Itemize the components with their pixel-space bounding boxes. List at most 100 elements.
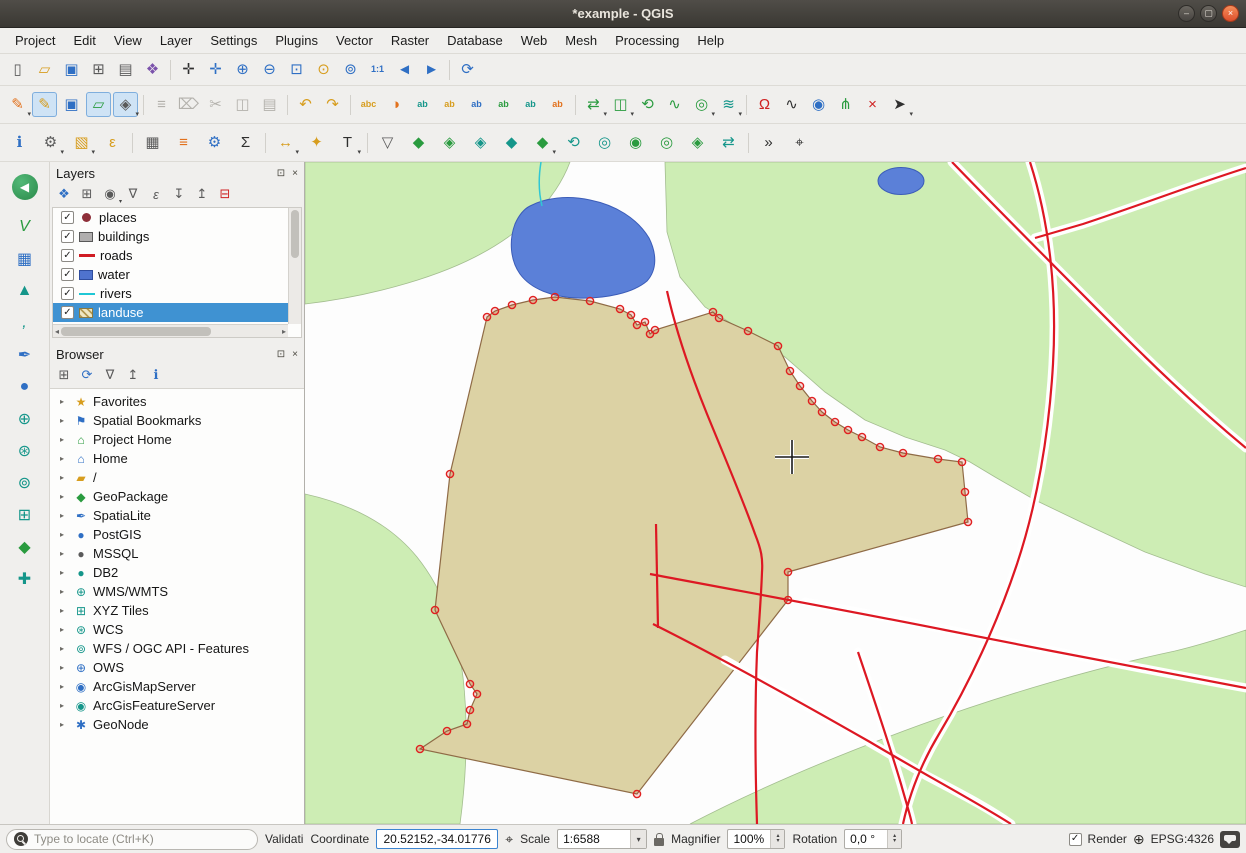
browser-item-mssql[interactable]: ▸ ● MSSQL [50, 544, 304, 563]
zoom-to-selection-icon[interactable]: ⊙ [311, 57, 336, 82]
expand-arrow-icon[interactable]: ▸ [60, 397, 69, 406]
annotation-arrow-icon[interactable]: ➤▾ [887, 92, 912, 117]
browser-item-root[interactable]: ▸ ▰ / [50, 468, 304, 487]
open-project-icon[interactable]: ▱ [32, 57, 57, 82]
statistical-summary-icon[interactable]: Σ [233, 130, 258, 155]
copy-features-icon[interactable]: ◫ [230, 92, 255, 117]
highlight-check-icon[interactable]: ◉ [806, 92, 831, 117]
expand-arrow-icon[interactable]: ▸ [60, 492, 69, 501]
layers-vscrollbar[interactable] [288, 208, 301, 324]
expand-arrow-icon[interactable]: ▸ [60, 454, 69, 463]
delete-part-icon[interactable]: ◈ [685, 130, 710, 155]
coordinate-input[interactable]: 20.52152,-34.01776 [376, 829, 498, 849]
pan-to-selection-icon[interactable]: ✛ [203, 57, 228, 82]
undo-icon[interactable]: ↶ [293, 92, 318, 117]
crs-icon[interactable]: ⊕ [1133, 832, 1145, 846]
expand-arrow-icon[interactable]: ▸ [60, 720, 69, 729]
browser-item-arcgis-feature[interactable]: ▸ ◉ ArcGisFeatureServer [50, 696, 304, 715]
add-raster-layer-icon[interactable]: ▦ [12, 246, 38, 272]
hscroll-thumb[interactable] [61, 327, 211, 336]
spin-buttons[interactable]: ▴▾ [887, 830, 901, 848]
measure-icon[interactable]: ↔▾ [273, 130, 298, 155]
expand-arrow-icon[interactable]: ▸ [60, 682, 69, 691]
rotate-point-symbols-icon[interactable]: ⟲ [561, 130, 586, 155]
filter-browser-icon[interactable]: ∇ [100, 365, 120, 385]
toolbar-overflow-icon[interactable]: » [756, 130, 781, 155]
menu-mesh[interactable]: Mesh [556, 30, 606, 51]
add-group-icon[interactable]: ⊞ [77, 184, 97, 204]
scale-combo[interactable]: 1:6588 ▾ [557, 829, 647, 849]
simplify-feature-icon[interactable]: ∿ [662, 92, 687, 117]
zoom-to-layer-icon[interactable]: ⊚ [338, 57, 363, 82]
add-wms-layer-icon[interactable]: ⊕ [12, 406, 38, 432]
browser-item-spatialite[interactable]: ▸ ✒ SpatiaLite [50, 506, 304, 525]
add-postgis-layer-icon[interactable]: ● [12, 374, 38, 400]
menu-view[interactable]: View [105, 30, 151, 51]
browser-item-wcs[interactable]: ▸ ⊛ WCS [50, 620, 304, 639]
cancel-icon[interactable]: × [860, 92, 885, 117]
browser-item-favorites[interactable]: ▸ ★ Favorites [50, 392, 304, 411]
select-features-icon[interactable]: ▧▾ [69, 130, 94, 155]
layer-checkbox[interactable]: ✓ [61, 249, 74, 262]
expand-all-icon[interactable]: ↧ [169, 184, 189, 204]
browser-item-home[interactable]: ▸ ⌂ Home [50, 449, 304, 468]
menu-layer[interactable]: Layer [151, 30, 202, 51]
menu-vector[interactable]: Vector [327, 30, 382, 51]
change-label-icon[interactable]: ab [545, 92, 570, 117]
run-feature-action-icon[interactable]: ⚙▾ [38, 130, 63, 155]
browser-item-wfs[interactable]: ▸ ⊚ WFS / OGC API - Features [50, 639, 304, 658]
copy-move-feature-icon[interactable]: ◫▾ [608, 92, 633, 117]
open-attribute-table-icon[interactable]: ▦ [140, 130, 165, 155]
split-parts-icon[interactable]: ◈ [468, 130, 493, 155]
new-geopackage-layer-icon[interactable]: ◆ [12, 534, 38, 560]
text-annotation-icon[interactable]: T▾ [335, 130, 360, 155]
add-spatialite-layer-icon[interactable]: ✒ [12, 342, 38, 368]
geometry-checker-icon[interactable]: ▽ [375, 130, 400, 155]
open-layer-styling-icon[interactable]: ❖ [54, 184, 74, 204]
vscroll-thumb[interactable] [291, 210, 299, 258]
scroll-left-icon[interactable]: ◂ [55, 327, 59, 336]
expand-arrow-icon[interactable]: ▸ [60, 663, 69, 672]
expand-arrow-icon[interactable]: ▸ [60, 549, 69, 558]
add-mesh-layer-icon[interactable]: ▲ [12, 278, 38, 304]
menu-raster[interactable]: Raster [382, 30, 438, 51]
fill-ring-icon[interactable]: ◉ [623, 130, 648, 155]
browser-item-geonode[interactable]: ▸ ✱ GeoNode [50, 715, 304, 734]
expand-arrow-icon[interactable]: ▸ [60, 530, 69, 539]
float-panel-icon[interactable]: ⊡ [277, 349, 285, 360]
layer-labeling-icon[interactable]: abc [356, 92, 381, 117]
expand-arrow-icon[interactable]: ▸ [60, 568, 69, 577]
menu-plugins[interactable]: Plugins [266, 30, 327, 51]
zoom-last-icon[interactable]: ◄ [392, 57, 417, 82]
close-panel-icon[interactable]: × [292, 349, 298, 360]
snapping-icon[interactable]: Ω [752, 92, 777, 117]
processing-toolbox-icon[interactable]: ⚙ [202, 130, 227, 155]
new-shapefile-layer-icon[interactable]: ✚ [12, 566, 38, 592]
back-icon[interactable]: ◀ [12, 174, 38, 200]
close-button[interactable]: × [1222, 5, 1239, 22]
add-wcs-layer-icon[interactable]: ⊛ [12, 438, 38, 464]
layers-hscrollbar[interactable]: ◂ ▸ [53, 324, 288, 337]
menu-database[interactable]: Database [438, 30, 512, 51]
rotate-label-icon[interactable]: ab [518, 92, 543, 117]
layout-manager-icon[interactable]: ▤ [113, 57, 138, 82]
delete-ring-icon[interactable]: ◎ [654, 130, 679, 155]
add-wfs-layer-icon[interactable]: ⊚ [12, 470, 38, 496]
add-delimited-text-icon[interactable]: , [12, 310, 38, 336]
layer-checkbox[interactable]: ✓ [61, 211, 74, 224]
layer-checkbox[interactable]: ✓ [61, 306, 74, 319]
field-calculator-icon[interactable]: ≡ [171, 130, 196, 155]
cut-features-icon[interactable]: ✂ [203, 92, 228, 117]
expand-arrow-icon[interactable]: ▸ [60, 701, 69, 710]
save-layer-edits-icon[interactable]: ▣ [59, 92, 84, 117]
messages-icon[interactable] [1220, 831, 1240, 848]
multiedit-attributes-icon[interactable]: ≡ [149, 92, 174, 117]
filter-by-expression-icon[interactable]: ε [146, 184, 166, 204]
expand-arrow-icon[interactable]: ▸ [60, 435, 69, 444]
add-polygon-feature-icon[interactable]: ▱ [86, 92, 111, 117]
refresh-icon[interactable]: ⟳ [455, 57, 480, 82]
layer-row-rivers[interactable]: ✓ rivers [53, 284, 288, 303]
metasearch-icon[interactable]: ⌖ [787, 130, 812, 155]
move-feature-icon[interactable]: ⇄▾ [581, 92, 606, 117]
layer-row-buildings[interactable]: ✓ buildings [53, 227, 288, 246]
